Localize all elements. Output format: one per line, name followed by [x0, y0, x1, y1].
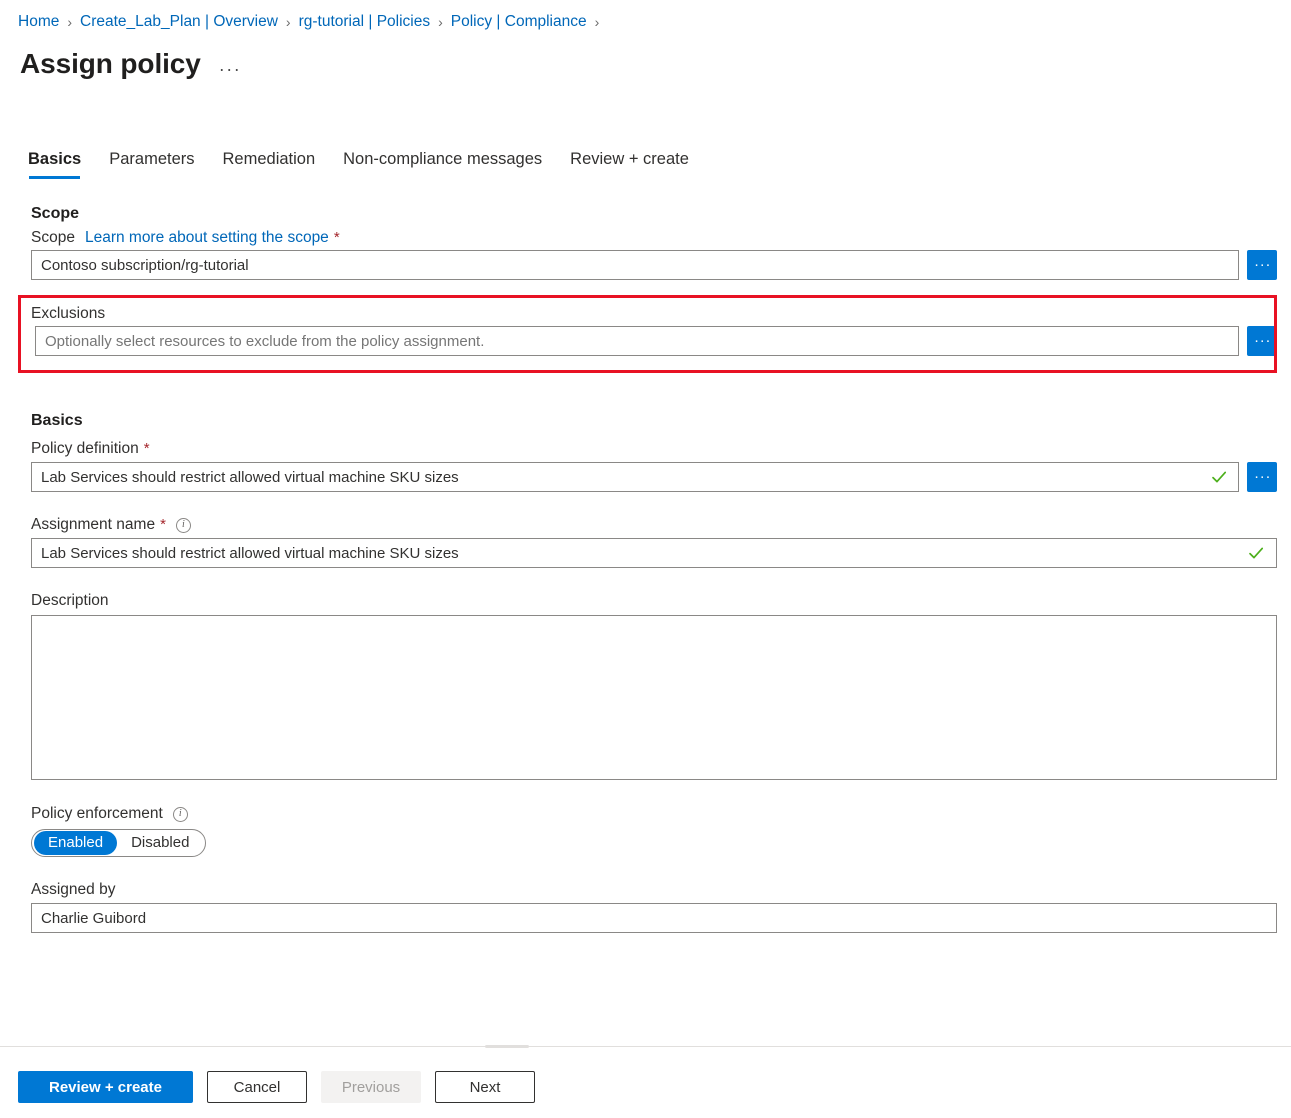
assignment-name-info-icon[interactable]: i	[175, 517, 191, 533]
policy-definition-input[interactable]	[31, 462, 1239, 492]
wizard-tabs: Basics Parameters Remediation Non-compli…	[28, 148, 717, 179]
description-textarea[interactable]	[31, 615, 1277, 780]
tab-review-create[interactable]: Review + create	[570, 148, 689, 179]
policy-enforcement-field-label: Policy enforcement i	[31, 803, 188, 825]
wizard-footer: Review + create Cancel Previous Next	[0, 1056, 1291, 1118]
next-button[interactable]: Next	[435, 1071, 535, 1103]
scope-required-marker: *	[333, 229, 340, 246]
assignment-name-input[interactable]	[31, 538, 1277, 568]
footer-divider	[0, 1046, 1291, 1047]
policy-definition-browse-button[interactable]: ...	[1247, 462, 1277, 492]
breadcrumb-separator-icon: ›	[285, 14, 291, 30]
tab-parameters[interactable]: Parameters	[109, 148, 194, 179]
breadcrumb-item-home[interactable]: Home	[18, 11, 59, 33]
breadcrumb-separator-icon: ›	[67, 14, 73, 30]
footer-resize-handle[interactable]	[485, 1045, 529, 1048]
exclusions-input[interactable]	[35, 326, 1239, 356]
policy-enforcement-option-disabled[interactable]: Disabled	[117, 831, 203, 855]
policy-enforcement-toggle[interactable]: Enabled Disabled	[31, 829, 207, 857]
breadcrumb-separator-icon: ›	[594, 14, 600, 30]
assignment-name-label-text: Assignment name	[31, 516, 156, 533]
policy-enforcement-option-enabled[interactable]: Enabled	[34, 831, 118, 855]
tab-remediation[interactable]: Remediation	[223, 148, 316, 179]
breadcrumb: Home › Create_Lab_Plan | Overview › rg-t…	[18, 11, 607, 33]
tab-basics[interactable]: Basics	[28, 148, 81, 179]
scope-input[interactable]	[31, 250, 1239, 280]
page-title: Assign policy	[20, 48, 201, 79]
description-field-label: Description	[31, 590, 109, 612]
policy-definition-field-label: Policy definition *	[31, 438, 150, 460]
policy-enforcement-label-text: Policy enforcement	[31, 805, 163, 822]
previous-button: Previous	[321, 1071, 421, 1103]
cancel-button[interactable]: Cancel	[207, 1071, 307, 1103]
breadcrumb-separator-icon: ›	[438, 14, 443, 30]
breadcrumb-item-rg-tutorial-policies[interactable]: rg-tutorial | Policies	[299, 11, 431, 33]
more-options-icon[interactable]: ···	[219, 60, 241, 78]
scope-field-label: Scope Learn more about setting the scope…	[31, 227, 340, 249]
review-create-button[interactable]: Review + create	[18, 1071, 193, 1103]
policy-definition-label-text: Policy definition	[31, 440, 139, 457]
policy-enforcement-info-icon[interactable]: i	[172, 806, 188, 822]
tab-non-compliance-messages[interactable]: Non-compliance messages	[343, 148, 542, 179]
policy-definition-required-marker: *	[143, 440, 150, 457]
assignment-name-field-label: Assignment name * i	[31, 514, 191, 536]
exclusions-label-text: Exclusions	[31, 305, 106, 322]
page-header: Assign policy ···	[20, 46, 241, 82]
assign-policy-blade: Home › Create_Lab_Plan | Overview › rg-t…	[0, 0, 1291, 1118]
scope-browse-button[interactable]: ...	[1247, 250, 1277, 280]
scope-section-heading: Scope	[31, 205, 80, 222]
scope-label-text: Scope	[31, 229, 75, 246]
assignment-name-required-marker: *	[160, 516, 166, 533]
assigned-by-field-label: Assigned by	[31, 879, 115, 901]
exclusions-browse-button[interactable]: ...	[1247, 326, 1277, 356]
description-label-text: Description	[31, 592, 109, 609]
assigned-by-input[interactable]	[31, 903, 1277, 933]
breadcrumb-item-create-lab-plan[interactable]: Create_Lab_Plan | Overview	[80, 11, 278, 33]
assigned-by-label-text: Assigned by	[31, 881, 116, 898]
breadcrumb-item-policy-compliance[interactable]: Policy | Compliance	[451, 11, 587, 33]
scope-learn-more-link[interactable]: Learn more about setting the scope	[85, 227, 329, 249]
exclusions-field-label: Exclusions	[31, 303, 105, 325]
basics-section-heading: Basics	[31, 412, 83, 429]
